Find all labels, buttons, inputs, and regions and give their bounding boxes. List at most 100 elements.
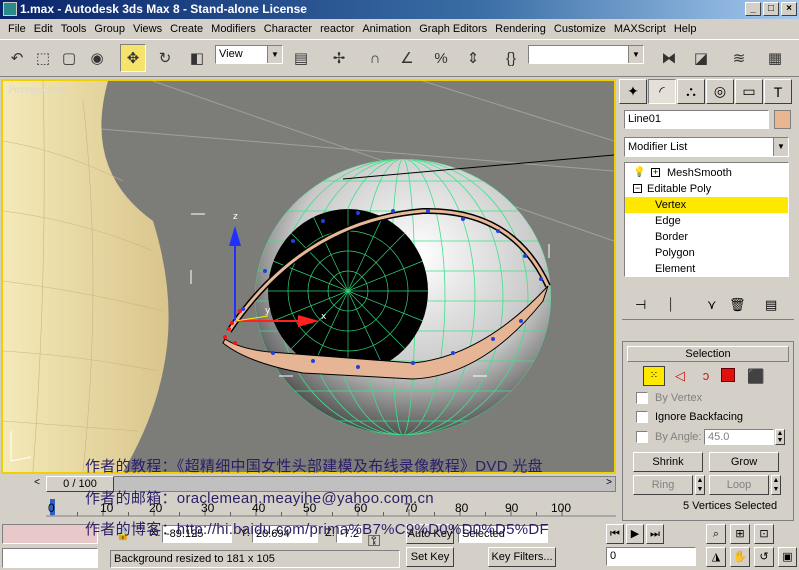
prev-frame-arrow[interactable]: < bbox=[30, 477, 44, 491]
object-color-swatch[interactable] bbox=[774, 110, 791, 129]
modify-tab-icon[interactable]: ◜ bbox=[648, 79, 676, 104]
expand-icon[interactable]: + bbox=[651, 168, 660, 177]
make-unique-icon[interactable]: ⋎ bbox=[707, 297, 717, 313]
maxscript-listener-mini[interactable] bbox=[2, 524, 98, 544]
stack-item-border[interactable]: Border bbox=[625, 229, 788, 245]
create-tab-icon[interactable]: ✦ bbox=[619, 79, 647, 104]
menu-customize[interactable]: Customize bbox=[550, 23, 610, 35]
percent-snap-icon[interactable]: % bbox=[428, 44, 454, 72]
pivot-icon[interactable]: ▤ bbox=[288, 44, 314, 72]
menu-graph-editors[interactable]: Graph Editors bbox=[415, 23, 491, 35]
field-of-view-icon[interactable]: ◮ bbox=[706, 547, 726, 567]
remove-modifier-icon[interactable]: 🗑 bbox=[729, 297, 746, 313]
key-filters-button[interactable]: Key Filters... bbox=[488, 547, 556, 567]
undo-icon[interactable]: ↶ bbox=[4, 44, 30, 72]
rotate-icon[interactable]: ↻ bbox=[152, 44, 178, 72]
select-by-name-icon[interactable]: ◉ bbox=[84, 44, 110, 72]
configure-sets-icon[interactable]: ▤ bbox=[765, 297, 777, 313]
menu-modifiers[interactable]: Modifiers bbox=[207, 23, 260, 35]
element-mode-button[interactable]: ⬛ bbox=[745, 366, 767, 386]
zoom-all-icon[interactable]: ⊞ bbox=[730, 524, 750, 544]
modifier-stack[interactable]: 💡 + MeshSmooth − Editable Poly Vertex Ed… bbox=[624, 162, 789, 277]
selection-rollout-header[interactable]: Selection bbox=[627, 346, 789, 362]
show-end-result-icon[interactable]: ⏐ bbox=[667, 297, 674, 313]
lightbulb-icon[interactable]: 💡 bbox=[633, 165, 645, 181]
menu-tools[interactable]: Tools bbox=[57, 23, 91, 35]
angle-snap-icon[interactable]: ∠ bbox=[394, 44, 420, 72]
viewport-label[interactable]: Perspective bbox=[8, 85, 67, 96]
stack-item-edge[interactable]: Edge bbox=[625, 213, 788, 229]
border-mode-button[interactable]: ↄ bbox=[695, 366, 717, 386]
close-button[interactable]: × bbox=[781, 2, 797, 16]
menu-create[interactable]: Create bbox=[166, 23, 207, 35]
mirror-icon[interactable]: ⧓ bbox=[656, 44, 682, 72]
grow-button[interactable]: Grow bbox=[709, 452, 779, 472]
pin-stack-icon[interactable]: ⊣ bbox=[635, 297, 646, 313]
maximize-viewport-icon[interactable]: ▣ bbox=[778, 547, 797, 567]
reference-coord-dropdown[interactable]: View ▼ bbox=[215, 45, 283, 64]
display-tab-icon[interactable]: ▭ bbox=[735, 79, 763, 104]
minimize-button[interactable]: _ bbox=[745, 2, 761, 16]
loop-spinner[interactable]: ▲ ▼ bbox=[771, 475, 781, 495]
move-icon[interactable]: ✥ bbox=[120, 44, 146, 72]
object-name-field[interactable]: Line01 bbox=[624, 110, 769, 129]
named-selection-field[interactable]: ▼ bbox=[528, 45, 644, 64]
curve-editor-icon[interactable]: ▦ bbox=[762, 44, 788, 72]
manipulate-icon[interactable]: ✢ bbox=[326, 44, 352, 72]
next-frame-arrow[interactable]: > bbox=[602, 477, 616, 491]
utilities-tab-icon[interactable]: T bbox=[764, 79, 792, 104]
edge-mode-button[interactable]: ◁ bbox=[669, 366, 691, 386]
zoom-icon[interactable]: ⌕ bbox=[706, 524, 726, 544]
named-sets-icon[interactable]: {} bbox=[498, 44, 524, 72]
modifier-list-dropdown[interactable]: Modifier List ▼ bbox=[624, 137, 789, 157]
maxscript-input[interactable] bbox=[2, 548, 98, 568]
hierarchy-tab-icon[interactable]: ⛬ bbox=[677, 79, 705, 104]
arc-rotate-icon[interactable]: ↺ bbox=[754, 547, 774, 567]
menu-rendering[interactable]: Rendering bbox=[491, 23, 550, 35]
angle-value-field[interactable]: 45.0 bbox=[704, 429, 774, 445]
select-icon[interactable]: ⬚ bbox=[30, 44, 56, 72]
by-vertex-checkbox[interactable] bbox=[636, 392, 648, 404]
layer-icon[interactable]: ≋ bbox=[726, 44, 752, 72]
stack-item-element[interactable]: Element bbox=[625, 261, 788, 277]
menu-file[interactable]: File bbox=[4, 23, 30, 35]
motion-tab-icon[interactable]: ◎ bbox=[706, 79, 734, 104]
set-key-button[interactable]: Set Key bbox=[406, 547, 454, 567]
stack-item-meshsmooth[interactable]: 💡 + MeshSmooth bbox=[625, 165, 788, 181]
snap-icon[interactable]: ∩ bbox=[362, 44, 388, 72]
current-frame-field[interactable]: 0 bbox=[606, 547, 696, 566]
perspective-viewport[interactable]: Perspective z x y bbox=[1, 79, 616, 474]
vertex-mode-button[interactable]: ⁙ bbox=[643, 366, 665, 386]
next-key-icon[interactable]: ⏭ bbox=[646, 524, 664, 544]
collapse-icon[interactable]: − bbox=[633, 184, 642, 193]
polygon-mode-button[interactable] bbox=[721, 368, 735, 382]
spinner-snap-icon[interactable]: ⇕ bbox=[460, 44, 486, 72]
goto-start-icon[interactable]: ⏮ bbox=[606, 524, 624, 544]
play-icon[interactable]: ▶ bbox=[626, 524, 644, 544]
menu-group[interactable]: Group bbox=[90, 23, 129, 35]
by-angle-checkbox[interactable] bbox=[636, 431, 648, 443]
stack-item-editable-poly[interactable]: − Editable Poly bbox=[625, 181, 788, 197]
align-icon[interactable]: ◪ bbox=[688, 44, 714, 72]
pan-icon[interactable]: ✋ bbox=[730, 547, 750, 567]
menu-maxscript[interactable]: MAXScript bbox=[610, 23, 670, 35]
menu-animation[interactable]: Animation bbox=[358, 23, 415, 35]
maximize-button[interactable]: □ bbox=[763, 2, 779, 16]
region-select-icon[interactable]: ▢ bbox=[56, 44, 82, 72]
ignore-backfacing-checkbox[interactable] bbox=[636, 411, 648, 423]
menu-reactor[interactable]: reactor bbox=[316, 23, 358, 35]
menu-character[interactable]: Character bbox=[260, 23, 316, 35]
stack-item-vertex[interactable]: Vertex bbox=[625, 197, 788, 213]
angle-spinner[interactable]: ▲ ▼ bbox=[775, 429, 785, 445]
title-bar: 1.max - Autodesk 3ds Max 8 - Stand-alone… bbox=[0, 0, 799, 19]
ring-button[interactable]: Ring bbox=[633, 475, 693, 495]
loop-button[interactable]: Loop bbox=[709, 475, 769, 495]
menu-help[interactable]: Help bbox=[670, 23, 701, 35]
zoom-extents-icon[interactable]: ⊡ bbox=[754, 524, 774, 544]
scale-icon[interactable]: ◧ bbox=[184, 44, 210, 72]
shrink-button[interactable]: Shrink bbox=[633, 452, 703, 472]
menu-views[interactable]: Views bbox=[129, 23, 166, 35]
stack-item-polygon[interactable]: Polygon bbox=[625, 245, 788, 261]
ring-spinner[interactable]: ▲ ▼ bbox=[695, 475, 705, 495]
menu-edit[interactable]: Edit bbox=[30, 23, 57, 35]
